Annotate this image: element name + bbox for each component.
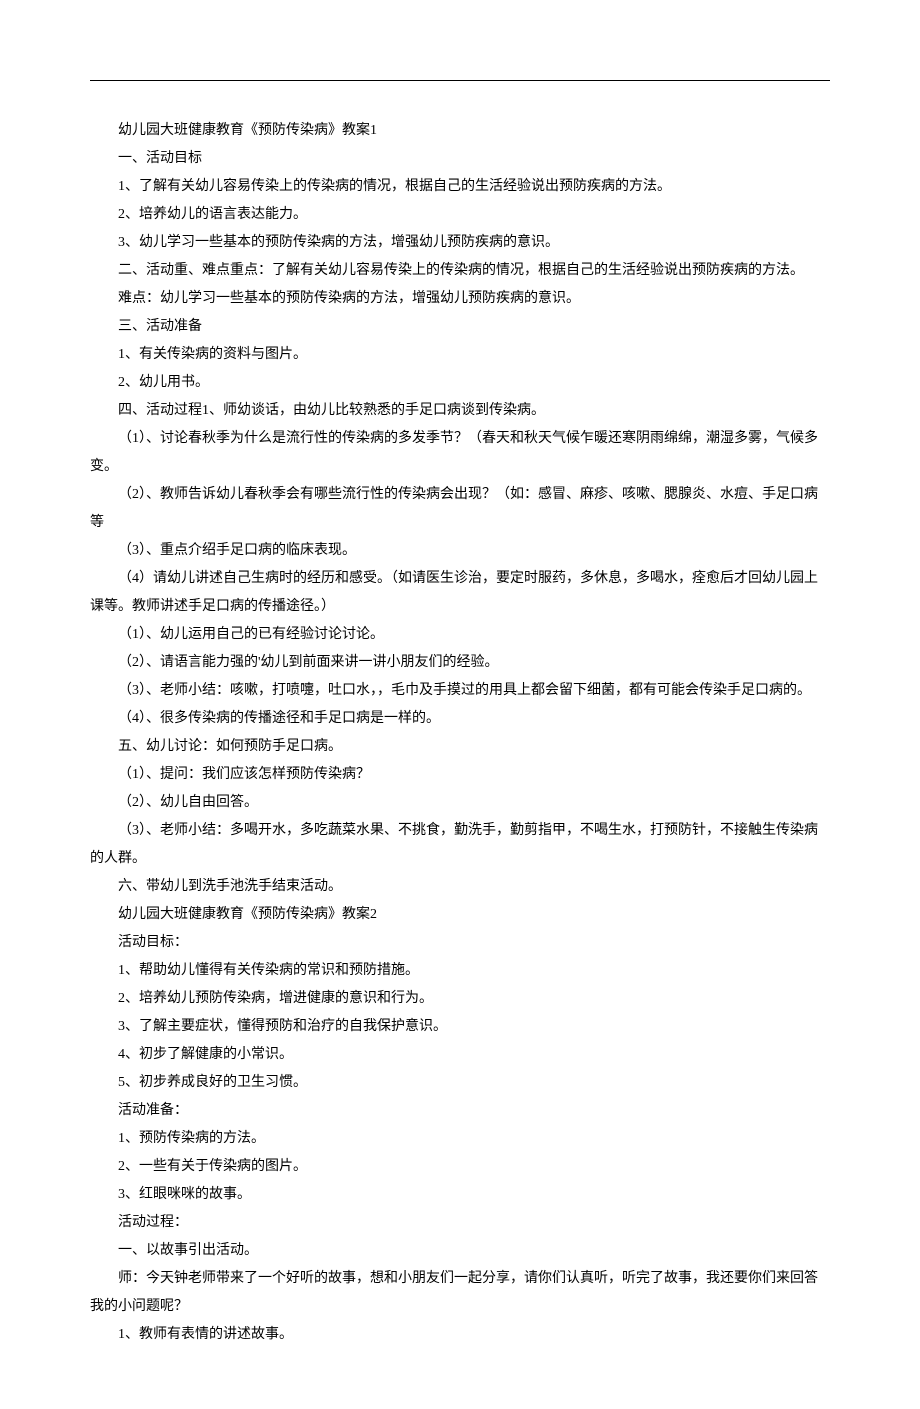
paragraph: 1、教师有表情的讲述故事。 bbox=[90, 1321, 830, 1349]
paragraph: （3）、老师小结：咳嗽，打喷嚏，吐口水，，毛巾及手摸过的用具上都会留下细菌，都有… bbox=[90, 677, 830, 705]
paragraph: 幼儿园大班健康教育《预防传染病》教案1 bbox=[90, 117, 830, 145]
paragraph: 五、幼儿讨论：如何预防手足口病。 bbox=[90, 733, 830, 761]
paragraph: 1、帮助幼儿懂得有关传染病的常识和预防措施。 bbox=[90, 957, 830, 985]
paragraph: 难点：幼儿学习一些基本的预防传染病的方法，增强幼儿预防疾病的意识。 bbox=[90, 285, 830, 313]
paragraph: 活动准备： bbox=[90, 1097, 830, 1125]
paragraph: 四、活动过程1、师幼谈话，由幼儿比较熟悉的手足口病谈到传染病。 bbox=[90, 397, 830, 425]
paragraph: （4）、很多传染病的传播途径和手足口病是一样的。 bbox=[90, 705, 830, 733]
paragraph: 一、以故事引出活动。 bbox=[90, 1237, 830, 1265]
paragraph: 3、了解主要症状，懂得预防和治疗的自我保护意识。 bbox=[90, 1013, 830, 1041]
paragraph: 2、培养幼儿的语言表达能力。 bbox=[90, 201, 830, 229]
paragraph: （4）请幼儿讲述自己生病时的经历和感受。（如请医生诊治，要定时服药，多休息，多喝… bbox=[90, 565, 830, 621]
paragraph: （3）、老师小结：多喝开水，多吃蔬菜水果、不挑食，勤洗手，勤剪指甲，不喝生水，打… bbox=[90, 817, 830, 873]
horizontal-rule bbox=[90, 80, 830, 81]
paragraph: 活动过程： bbox=[90, 1209, 830, 1237]
document-body: 幼儿园大班健康教育《预防传染病》教案1一、活动目标1、了解有关幼儿容易传染上的传… bbox=[90, 117, 830, 1349]
paragraph: 1、有关传染病的资料与图片。 bbox=[90, 341, 830, 369]
paragraph: （1）、提问：我们应该怎样预防传染病？ bbox=[90, 761, 830, 789]
paragraph: （1）、讨论春秋季为什么是流行性的传染病的多发季节？（春天和秋天气候乍暖还寒阴雨… bbox=[90, 425, 830, 481]
paragraph: 3、红眼咪咪的故事。 bbox=[90, 1181, 830, 1209]
paragraph: （2）、请语言能力强的'幼儿到前面来讲一讲小朋友们的经验。 bbox=[90, 649, 830, 677]
paragraph: 2、幼儿用书。 bbox=[90, 369, 830, 397]
paragraph: 2、一些有关于传染病的图片。 bbox=[90, 1153, 830, 1181]
paragraph: （1）、幼儿运用自己的已有经验讨论讨论。 bbox=[90, 621, 830, 649]
paragraph: 3、幼儿学习一些基本的预防传染病的方法，增强幼儿预防疾病的意识。 bbox=[90, 229, 830, 257]
paragraph: 1、了解有关幼儿容易传染上的传染病的情况，根据自己的生活经验说出预防疾病的方法。 bbox=[90, 173, 830, 201]
paragraph: 幼儿园大班健康教育《预防传染病》教案2 bbox=[90, 901, 830, 929]
paragraph: 六、带幼儿到洗手池洗手结束活动。 bbox=[90, 873, 830, 901]
paragraph: 二、活动重、难点重点：了解有关幼儿容易传染上的传染病的情况，根据自己的生活经验说… bbox=[90, 257, 830, 285]
document-page: 幼儿园大班健康教育《预防传染病》教案1一、活动目标1、了解有关幼儿容易传染上的传… bbox=[0, 0, 920, 1409]
paragraph: 4、初步了解健康的小常识。 bbox=[90, 1041, 830, 1069]
paragraph: 活动目标： bbox=[90, 929, 830, 957]
paragraph: （2）、幼儿自由回答。 bbox=[90, 789, 830, 817]
paragraph: 一、活动目标 bbox=[90, 145, 830, 173]
paragraph: 1、预防传染病的方法。 bbox=[90, 1125, 830, 1153]
paragraph: 5、初步养成良好的卫生习惯。 bbox=[90, 1069, 830, 1097]
paragraph: 三、活动准备 bbox=[90, 313, 830, 341]
paragraph: 师：今天钟老师带来了一个好听的故事，想和小朋友们一起分享，请你们认真听，听完了故… bbox=[90, 1265, 830, 1321]
paragraph: （3）、重点介绍手足口病的临床表现。 bbox=[90, 537, 830, 565]
paragraph: （2）、教师告诉幼儿春秋季会有哪些流行性的传染病会出现？（如：感冒、麻疹、咳嗽、… bbox=[90, 481, 830, 537]
paragraph: 2、培养幼儿预防传染病，增进健康的意识和行为。 bbox=[90, 985, 830, 1013]
